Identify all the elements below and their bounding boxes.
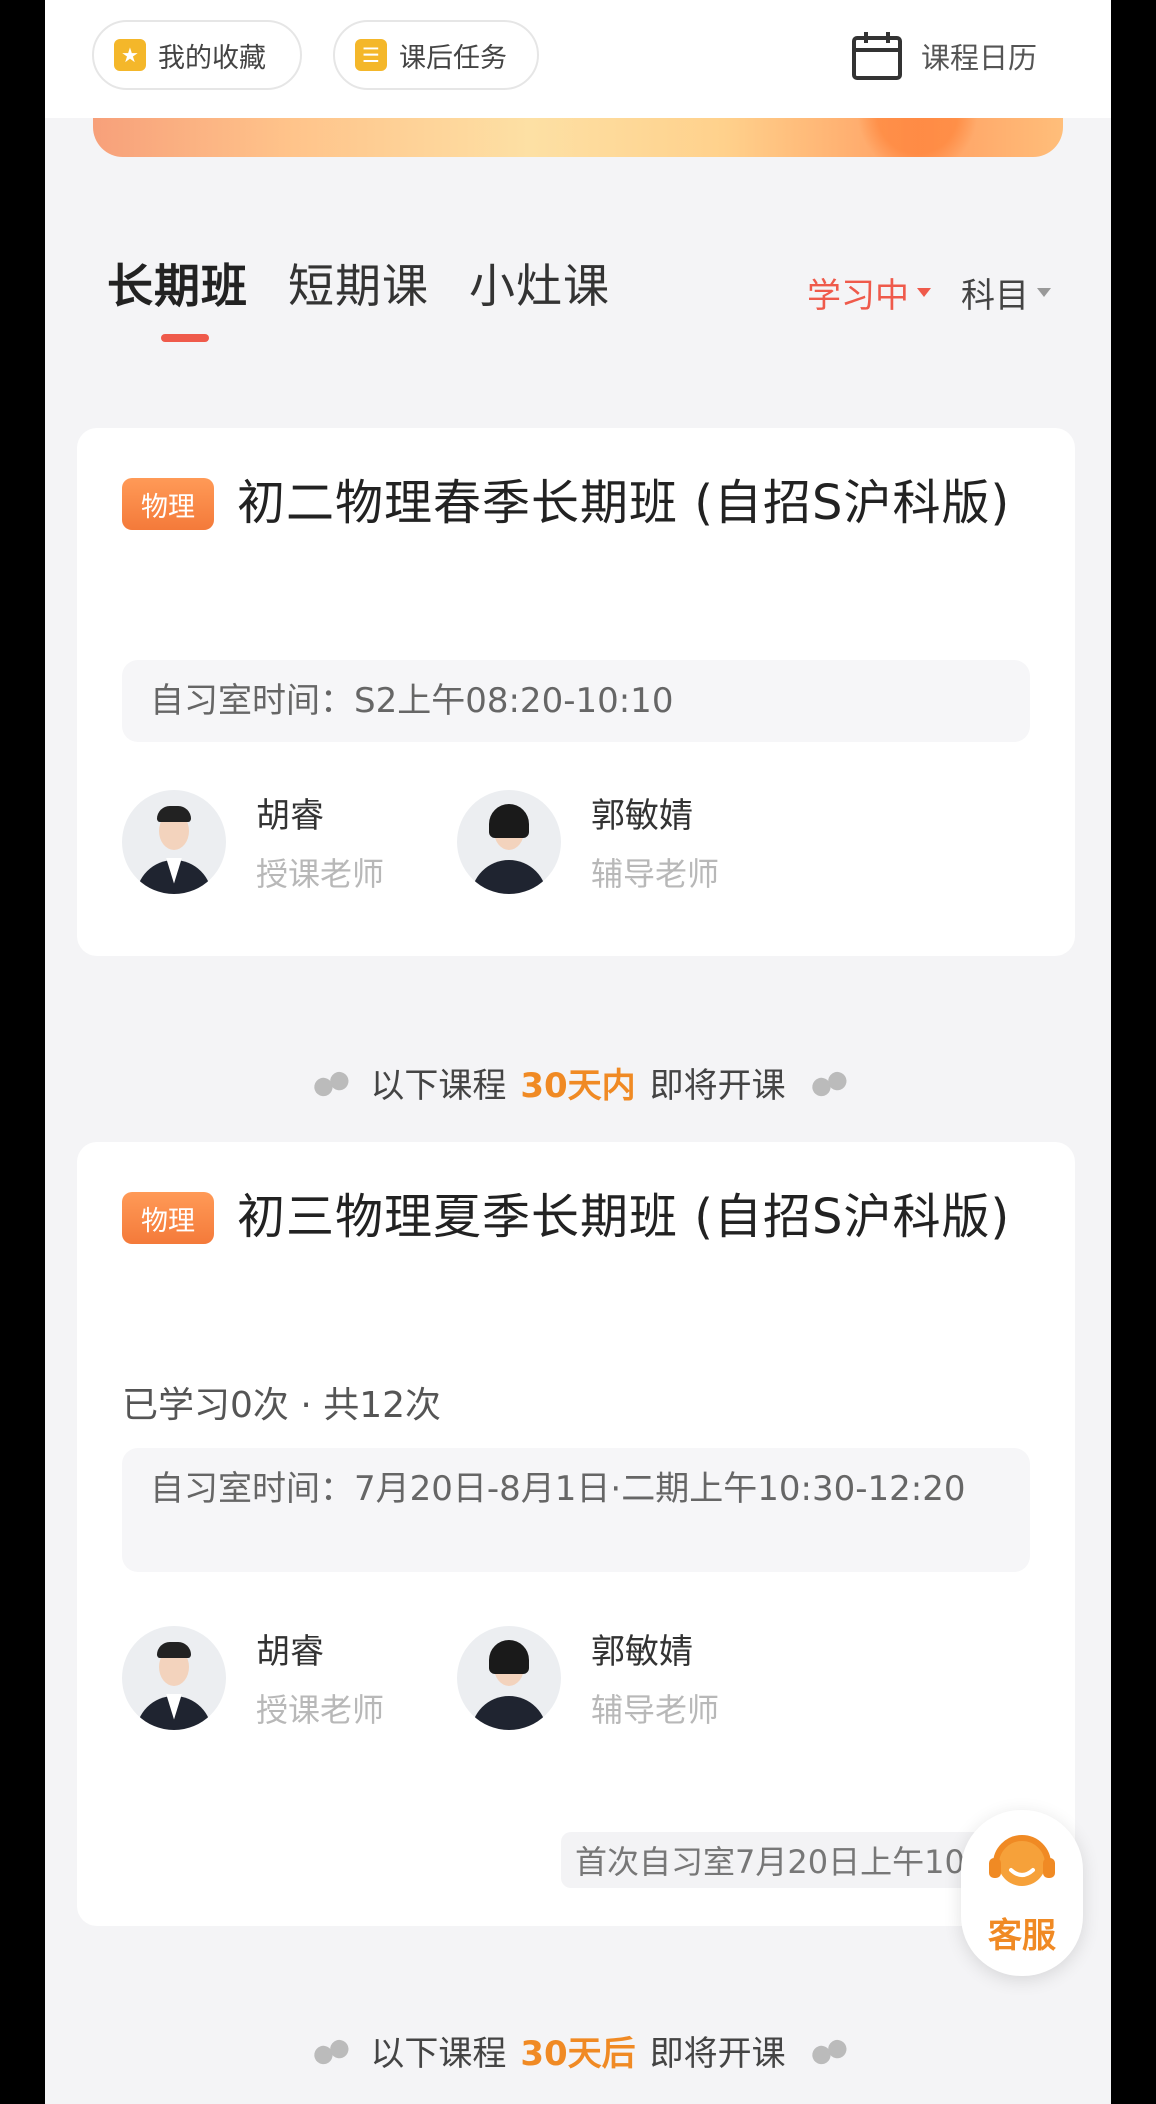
teacher-role: 辅导老师 bbox=[591, 855, 720, 893]
active-tab-indicator bbox=[161, 334, 209, 342]
teacher-role: 授课老师 bbox=[256, 1691, 385, 1729]
teacher-name: 胡睿 bbox=[256, 1632, 324, 1672]
tab-short-term[interactable]: 短期课 bbox=[288, 250, 429, 316]
teacher-role: 授课老师 bbox=[256, 855, 385, 893]
quote-deco-icon: ●● bbox=[805, 1063, 848, 1102]
customer-service-button[interactable]: 客服 bbox=[961, 1810, 1083, 1976]
divider-highlight: 30天后 bbox=[520, 2034, 636, 2074]
study-room-schedule: 自习室时间：S2上午08:20-10:10 bbox=[122, 660, 1030, 742]
quote-deco-icon: ●● bbox=[805, 2031, 848, 2070]
teacher-name: 胡睿 bbox=[256, 796, 324, 836]
subject-filter[interactable]: 科目 bbox=[961, 268, 1051, 317]
teacher-tutor[interactable]: 郭敏婧 辅导老师 bbox=[457, 788, 719, 895]
avatar bbox=[457, 789, 561, 894]
course-calendar-label: 课程日历 bbox=[921, 41, 1038, 75]
task-icon: ☰ bbox=[355, 39, 387, 71]
avatar bbox=[122, 1625, 226, 1730]
filter-bar: 学习中 科目 bbox=[777, 268, 1051, 317]
tab-long-term[interactable]: 长期班 bbox=[107, 250, 248, 316]
homework-label: 课后任务 bbox=[399, 42, 507, 74]
study-room-schedule: 自习室时间：7月20日-8月1日·二期上午10:30-12:20 bbox=[122, 1448, 1030, 1572]
status-filter-label: 学习中 bbox=[807, 276, 909, 316]
quote-deco-icon: ●● bbox=[308, 1063, 351, 1102]
star-icon: ★ bbox=[114, 39, 146, 71]
calendar-icon bbox=[852, 32, 902, 80]
avatar bbox=[122, 789, 226, 894]
homework-button[interactable]: ☰ 课后任务 bbox=[333, 20, 539, 90]
teacher-role: 辅导老师 bbox=[591, 1691, 720, 1729]
teacher-name: 郭敏婧 bbox=[591, 796, 693, 836]
teacher-name: 郭敏婧 bbox=[591, 1632, 693, 1672]
avatar bbox=[457, 1625, 561, 1730]
section-divider: ●● 以下课程 30天后 即将开课 ●● bbox=[45, 2026, 1111, 2075]
divider-highlight: 30天内 bbox=[520, 1066, 636, 1106]
course-title: 初二物理春季长期班 (自招S沪科版) bbox=[237, 475, 1011, 531]
course-type-tabs: 长期班 短期课 小灶课 bbox=[107, 250, 650, 316]
customer-service-label: 客服 bbox=[988, 1916, 1056, 1956]
divider-prefix: 以下课程 bbox=[370, 1066, 507, 1106]
top-bar: ★ 我的收藏 ☰ 课后任务 课程日历 bbox=[45, 0, 1111, 118]
divider-suffix: 即将开课 bbox=[649, 1066, 786, 1106]
divider-suffix: 即将开课 bbox=[649, 2034, 786, 2074]
favorites-label: 我的收藏 bbox=[158, 42, 266, 74]
status-filter[interactable]: 学习中 bbox=[807, 268, 931, 317]
teacher-lecturer[interactable]: 胡睿 授课老师 bbox=[122, 788, 384, 895]
course-calendar-button[interactable]: 课程日历 bbox=[851, 26, 1037, 86]
caret-down-icon bbox=[917, 288, 931, 297]
course-title: 初三物理夏季长期班 (自招S沪科版) bbox=[237, 1189, 1011, 1245]
headset-icon bbox=[989, 1835, 1055, 1886]
subject-filter-label: 科目 bbox=[961, 276, 1029, 316]
course-card[interactable]: 物理 初二物理春季长期班 (自招S沪科版) 自习室时间：S2上午08:20-10… bbox=[77, 428, 1075, 956]
caret-down-icon bbox=[1037, 288, 1051, 297]
course-card[interactable]: 物理 初三物理夏季长期班 (自招S沪科版) 已学习0次 · 共12次 自习室时间… bbox=[77, 1142, 1075, 1926]
section-divider: ●● 以下课程 30天内 即将开课 ●● bbox=[45, 1058, 1111, 1107]
divider-prefix: 以下课程 bbox=[370, 2034, 507, 2074]
tab-tutoring[interactable]: 小灶课 bbox=[469, 250, 610, 316]
teacher-tutor[interactable]: 郭敏婧 辅导老师 bbox=[457, 1624, 719, 1731]
teacher-lecturer[interactable]: 胡睿 授课老师 bbox=[122, 1624, 384, 1731]
study-progress: 已学习0次 · 共12次 bbox=[122, 1385, 442, 1426]
app-screen: ★ 我的收藏 ☰ 课后任务 课程日历 长期班 短期课 小灶课 学习中 科目 物理… bbox=[45, 0, 1111, 2104]
quote-deco-icon: ●● bbox=[308, 2031, 351, 2070]
favorites-button[interactable]: ★ 我的收藏 bbox=[92, 20, 302, 90]
